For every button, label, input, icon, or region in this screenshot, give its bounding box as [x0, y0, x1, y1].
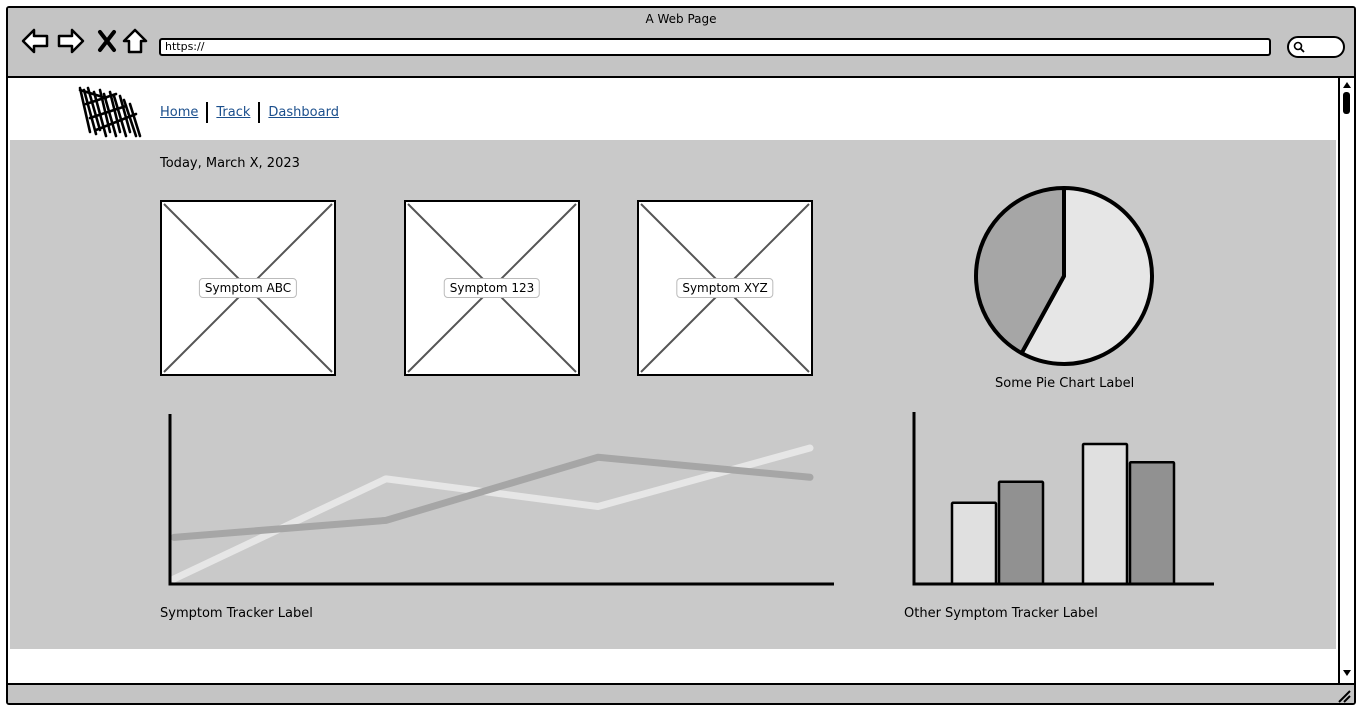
vertical-scrollbar[interactable]: [1338, 78, 1354, 683]
bar-1-1: [950, 501, 998, 586]
resize-grip-icon[interactable]: [1336, 688, 1352, 704]
nav-link-track[interactable]: Track: [216, 105, 250, 120]
line-chart: [168, 414, 834, 586]
nav-divider: [258, 102, 261, 123]
logo-icon: [78, 86, 142, 138]
symptom-card-123[interactable]: Symptom 123: [404, 200, 580, 376]
bar-chart-label: Other Symptom Tracker Label: [904, 606, 1098, 621]
dashboard-content: Today, March X, 2023 Symptom ABC Symptom…: [10, 140, 1336, 649]
nav-divider: [206, 102, 209, 123]
scroll-down-icon[interactable]: [1342, 668, 1352, 678]
back-arrow-icon[interactable]: [20, 26, 50, 56]
search-button[interactable]: [1287, 36, 1345, 58]
nav-link-dashboard[interactable]: Dashboard: [268, 105, 339, 120]
title-bar: A Web Page https://: [8, 8, 1354, 78]
scroll-thumb[interactable]: [1343, 92, 1350, 114]
pie-chart-label: Some Pie Chart Label: [995, 376, 1135, 391]
search-icon: [1293, 41, 1305, 53]
symptom-card-abc[interactable]: Symptom ABC: [160, 200, 336, 376]
scroll-up-icon[interactable]: [1342, 80, 1352, 90]
bar-chart: [912, 412, 1214, 586]
nav-link-home[interactable]: Home: [160, 105, 198, 120]
line-chart-label: Symptom Tracker Label: [160, 606, 313, 621]
url-input[interactable]: https://: [159, 38, 1271, 56]
bar-1-2: [997, 480, 1045, 586]
date-heading: Today, March X, 2023: [160, 156, 300, 171]
symptom-card-xyz[interactable]: Symptom XYZ: [637, 200, 813, 376]
symptom-label: Symptom XYZ: [676, 278, 774, 298]
browser-window: A Web Page https:// Home Track Dashboard…: [6, 6, 1356, 705]
line-chart-axes: [168, 414, 834, 586]
bar-2-1: [1081, 442, 1129, 586]
close-icon[interactable]: [92, 26, 122, 56]
bar-2-2: [1128, 460, 1176, 586]
home-icon[interactable]: [120, 26, 150, 56]
symptom-label: Symptom 123: [443, 278, 541, 298]
forward-arrow-icon[interactable]: [56, 26, 86, 56]
status-bar: [8, 683, 1354, 704]
main-nav: Home Track Dashboard: [160, 102, 339, 123]
pie-chart: [974, 186, 1154, 366]
symptom-label: Symptom ABC: [198, 278, 298, 298]
window-title: A Web Page: [645, 12, 717, 26]
line-series-2: [170, 453, 814, 541]
page-viewport: Home Track Dashboard Today, March X, 202…: [8, 78, 1338, 683]
